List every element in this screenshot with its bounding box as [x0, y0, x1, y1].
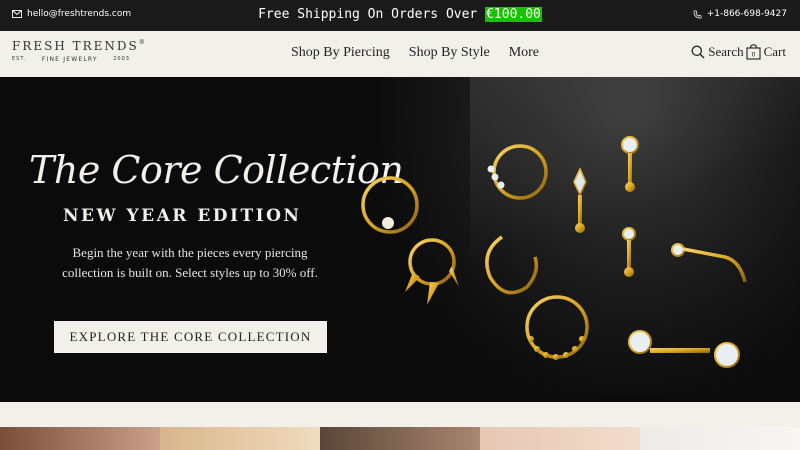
phone-icon: [693, 10, 702, 18]
hero-description: Begin the year with the pieces every pie…: [40, 243, 340, 283]
hero-description-line2: collection is built on. Select styles up…: [62, 265, 318, 280]
logo-tagline: FINE JEWELRY: [41, 56, 98, 63]
category-tile-1[interactable]: [0, 427, 160, 450]
crystal-stud-labret: [621, 136, 639, 277]
logo-est: EST.: [12, 56, 27, 62]
marquise-labret: [573, 167, 587, 233]
explore-collection-button[interactable]: EXPLORE THE CORE COLLECTION: [54, 321, 327, 353]
nav-item-more[interactable]: More: [509, 45, 539, 61]
free-shipping-banner: Free Shipping On Orders Over €100.00: [0, 7, 800, 22]
cart-label: Cart: [763, 44, 786, 59]
spike-ring: [405, 238, 459, 305]
header-actions: Search 0 Cart: [691, 44, 786, 60]
announcement-bar: hello@freshtrends.com Free Shipping On O…: [0, 0, 800, 31]
hero-jewelry-image: [361, 136, 747, 368]
logo-year: 2003: [113, 56, 130, 62]
brand-logo[interactable]: FRESH TRENDS® EST. FINE JEWELRY 2003: [12, 39, 147, 63]
seamless-ring: [485, 235, 539, 295]
hero-title: The Core Collection: [29, 148, 404, 192]
promo-amount: €100.00: [485, 7, 542, 22]
category-image-tiles: [0, 427, 800, 450]
nav-item-shop-by-style[interactable]: Shop By Style: [409, 45, 490, 61]
contact-phone-text: +1-866-698-9427: [706, 9, 787, 19]
category-tile-3[interactable]: [320, 427, 480, 450]
search-button[interactable]: Search: [691, 44, 744, 60]
promo-text: Free Shipping On Orders Over: [258, 7, 486, 22]
contact-phone-link[interactable]: +1-866-698-9427: [693, 9, 787, 19]
category-tile-5[interactable]: [640, 427, 800, 450]
hero-subtitle: NEW YEAR EDITION: [63, 206, 302, 226]
category-tile-4[interactable]: [480, 427, 640, 450]
logo-subline: EST. FINE JEWELRY 2003: [12, 56, 130, 63]
search-label: Search: [708, 44, 744, 59]
search-icon: [691, 45, 705, 59]
logo-wordmark: FRESH TRENDS®: [12, 39, 147, 53]
hero-banner: The Core Collection NEW YEAR EDITION Beg…: [0, 77, 800, 402]
hero-description-line1: Begin the year with the pieces every pie…: [72, 245, 308, 260]
captive-bead-ring: [361, 176, 419, 234]
site-header: FRESH TRENDS® EST. FINE JEWELRY 2003 Sho…: [0, 31, 800, 77]
cart-count: 0: [751, 52, 755, 59]
straight-barbell: [628, 330, 740, 368]
category-tile-2[interactable]: [160, 427, 320, 450]
logo-brand-text: FRESH TRENDS: [12, 39, 139, 53]
beaded-clicker-ring: [525, 295, 589, 360]
logo-registered-mark: ®: [138, 39, 147, 46]
shopping-bag-icon: 0: [746, 44, 761, 60]
section-spacer: [0, 402, 800, 427]
gem-clicker-ring: [487, 144, 548, 200]
nav-item-shop-by-piercing[interactable]: Shop By Piercing: [291, 45, 390, 61]
nose-stud: [671, 243, 747, 283]
cart-button[interactable]: 0 Cart: [746, 44, 786, 60]
main-navigation: Shop By Piercing Shop By Style More: [291, 45, 539, 61]
